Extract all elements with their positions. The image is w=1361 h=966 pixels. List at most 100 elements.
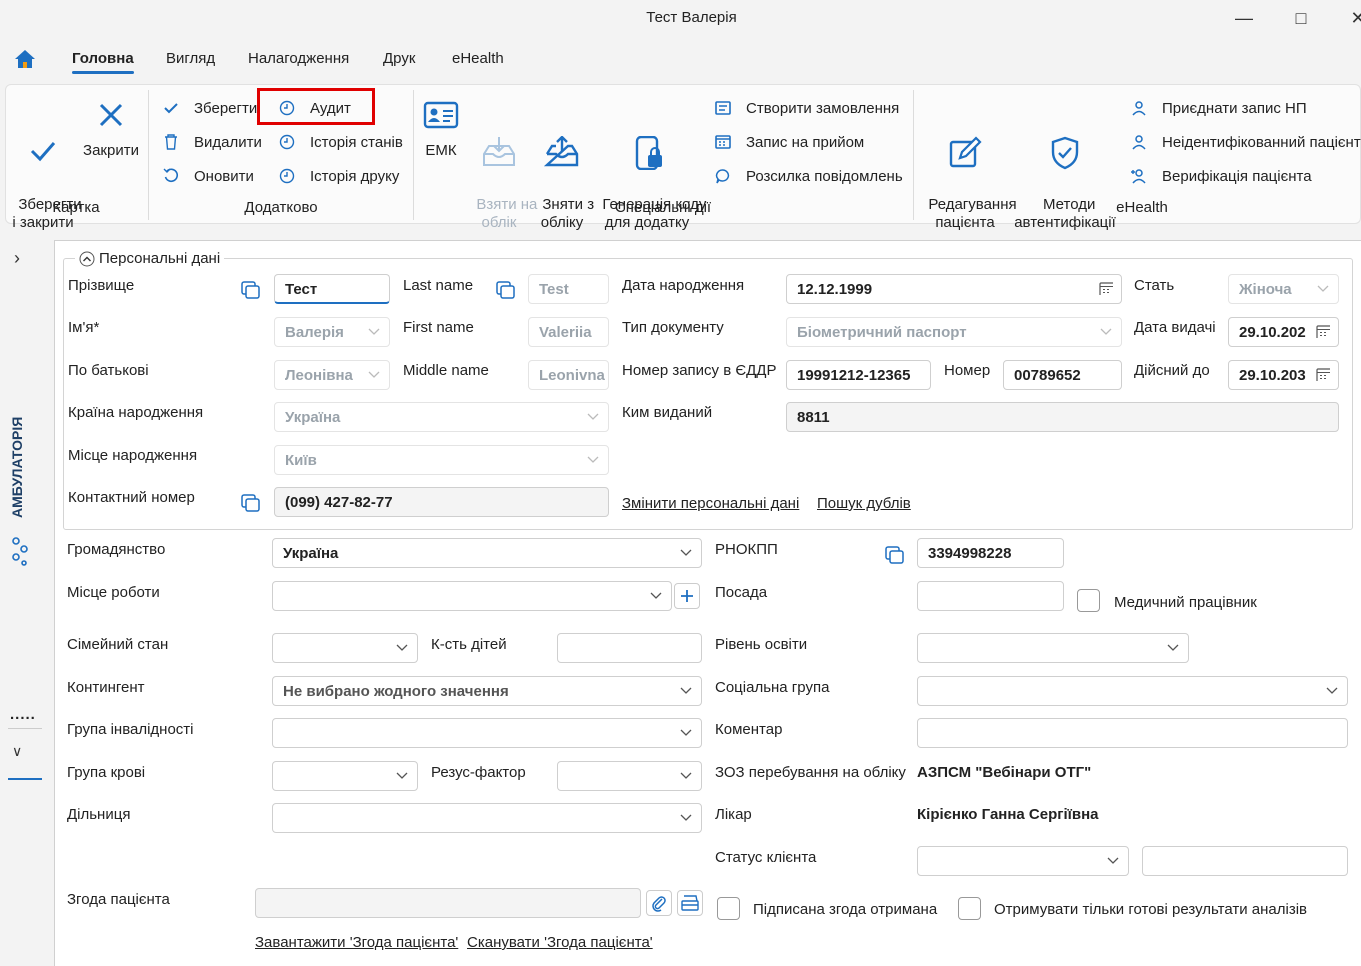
children-count-input[interactable] bbox=[557, 633, 702, 663]
comment-input[interactable] bbox=[917, 718, 1348, 748]
copy-icon[interactable] bbox=[884, 545, 906, 565]
upload-consent-link[interactable]: Завантажити 'Згода пацієнта' bbox=[255, 934, 458, 951]
personal-data-header[interactable]: Персональні дані bbox=[75, 250, 225, 267]
patronymic-value: Леонівна bbox=[285, 367, 353, 384]
minimize-button[interactable]: — bbox=[1232, 8, 1256, 29]
unidentified-patient-button[interactable]: Неідентифікованний пацієнт bbox=[1130, 132, 1361, 152]
contingent-select[interactable]: Не вибрано жодного значення bbox=[272, 676, 702, 706]
rhesus-label: Резус-фактор bbox=[431, 764, 526, 781]
name-select[interactable]: Валерія bbox=[274, 317, 390, 347]
district-select[interactable] bbox=[272, 803, 702, 833]
medical-worker-checkbox[interactable] bbox=[1077, 589, 1100, 612]
save-button[interactable]: Зберегти bbox=[162, 98, 257, 118]
birth-country-select[interactable]: Україна bbox=[274, 402, 609, 432]
clock-icon bbox=[278, 167, 296, 185]
verify-patient-button[interactable]: Верифікація пацієнта bbox=[1130, 166, 1312, 186]
marital-status-select[interactable] bbox=[272, 633, 418, 663]
chevron-down-icon bbox=[680, 729, 692, 736]
middlename-input[interactable]: Leonivna bbox=[528, 360, 609, 390]
delete-button[interactable]: Видалити bbox=[162, 132, 262, 152]
calendar-icon[interactable] bbox=[1316, 324, 1330, 338]
birth-place-select[interactable]: Київ bbox=[274, 445, 609, 475]
doctype-select[interactable]: Біометричний паспорт bbox=[786, 317, 1122, 347]
personal-data-title: Персональні дані bbox=[99, 250, 221, 267]
emk-button[interactable]: ЕМК bbox=[420, 100, 462, 160]
copy-icon[interactable] bbox=[240, 493, 262, 513]
inbox-download-icon bbox=[468, 136, 530, 170]
dob-input[interactable]: 12.12.1999 bbox=[786, 274, 1122, 304]
signed-consent-checkbox[interactable] bbox=[717, 897, 740, 920]
client-status-extra-input[interactable] bbox=[1142, 846, 1348, 876]
attach-np-button[interactable]: Приєднати запис НП bbox=[1130, 98, 1307, 118]
tab-ehealth[interactable]: eHealth bbox=[452, 50, 504, 67]
collapse-icon[interactable] bbox=[79, 251, 95, 267]
group-card-label: Картка bbox=[52, 199, 100, 216]
tab-home[interactable]: Головна bbox=[72, 50, 134, 74]
change-personal-data-link[interactable]: Змінити персональні дані bbox=[622, 495, 799, 512]
chevron-down-icon[interactable]: ∨ bbox=[12, 743, 22, 760]
phone-input[interactable]: (099) 427-82-77 bbox=[274, 487, 609, 517]
tab-settings[interactable]: Налагодження bbox=[248, 50, 349, 67]
appointment-button[interactable]: Запис на прийом bbox=[714, 132, 864, 152]
tab-view[interactable]: Вигляд bbox=[166, 50, 215, 67]
home-icon[interactable] bbox=[14, 49, 36, 73]
people-network-icon[interactable] bbox=[10, 536, 30, 570]
disability-group-select[interactable] bbox=[272, 718, 702, 748]
ready-results-only-checkbox[interactable] bbox=[958, 897, 981, 920]
sex-select[interactable]: Жіноча bbox=[1228, 274, 1339, 304]
user-add-icon bbox=[1130, 167, 1148, 185]
clock-icon bbox=[278, 133, 296, 151]
rnokpp-input[interactable]: 3394998228 bbox=[917, 538, 1064, 568]
section-label-ambulatory[interactable]: АМБУЛАТОРІЯ bbox=[9, 417, 25, 518]
comment-label: Коментар bbox=[715, 721, 783, 738]
calendar-icon[interactable] bbox=[1099, 281, 1113, 295]
issuer-input[interactable]: 8811 bbox=[786, 402, 1339, 432]
scan-consent-button[interactable] bbox=[677, 890, 703, 916]
firstname-input[interactable]: Valeriia bbox=[528, 317, 609, 347]
patronymic-select[interactable]: Леонівна bbox=[274, 360, 390, 390]
copy-icon[interactable] bbox=[240, 280, 262, 300]
valid-until-input[interactable]: 29.10.203 bbox=[1228, 360, 1339, 390]
workplace-select[interactable] bbox=[272, 581, 672, 611]
citizenship-select[interactable]: Україна bbox=[272, 538, 702, 568]
education-label: Рівень освіти bbox=[715, 636, 808, 653]
position-input[interactable] bbox=[917, 581, 1064, 611]
lastname-input[interactable]: Test bbox=[528, 274, 609, 304]
attach-consent-button[interactable] bbox=[646, 890, 672, 916]
create-order-button[interactable]: Створити замовлення bbox=[714, 98, 899, 118]
more-dots[interactable]: ..... bbox=[10, 706, 36, 723]
client-status-select[interactable] bbox=[917, 846, 1129, 876]
plus-icon bbox=[681, 590, 693, 602]
close-button[interactable]: Закрити bbox=[82, 100, 140, 160]
chevron-down-icon bbox=[650, 592, 662, 599]
left-sidebar: › АМБУЛАТОРІЯ ..... ∨ bbox=[0, 240, 54, 966]
scan-consent-link[interactable]: Сканувати 'Згода пацієнта' bbox=[467, 934, 653, 951]
number-input[interactable]: 00789652 bbox=[1003, 360, 1122, 390]
eddr-input[interactable]: 19991212-12365 bbox=[786, 360, 931, 390]
search-duplicates-link[interactable]: Пошук дублів bbox=[817, 495, 911, 512]
dob-value: 12.12.1999 bbox=[797, 281, 873, 298]
refresh-button[interactable]: Оновити bbox=[162, 166, 254, 186]
social-group-label: Соціальна група bbox=[715, 679, 830, 696]
rhesus-select[interactable] bbox=[557, 761, 702, 791]
mailing-button[interactable]: Розсилка повідомлень bbox=[714, 166, 903, 186]
close-icon bbox=[82, 100, 140, 134]
surname-input[interactable]: Тест bbox=[274, 274, 390, 304]
tab-print[interactable]: Друк bbox=[383, 50, 415, 67]
expand-chevron-icon[interactable]: › bbox=[14, 248, 20, 269]
calendar-icon[interactable] bbox=[1316, 367, 1330, 381]
add-workplace-button[interactable] bbox=[674, 583, 700, 609]
state-history-button[interactable]: Історія станів bbox=[278, 132, 403, 152]
issue-date-input[interactable]: 29.10.202 bbox=[1228, 317, 1339, 347]
print-history-button[interactable]: Історія друку bbox=[278, 166, 399, 186]
social-group-select[interactable] bbox=[917, 676, 1348, 706]
lastname-label: Last name bbox=[403, 277, 474, 294]
blood-group-select[interactable] bbox=[272, 761, 418, 791]
close-window-button[interactable]: ✕ bbox=[1346, 8, 1361, 29]
education-select[interactable] bbox=[917, 633, 1189, 663]
maximize-button[interactable]: □ bbox=[1289, 8, 1313, 29]
chevron-down-icon bbox=[368, 328, 380, 335]
surname-label: Прізвище bbox=[68, 277, 135, 294]
copy-icon[interactable] bbox=[495, 280, 517, 300]
patient-consent-input[interactable] bbox=[255, 888, 641, 918]
